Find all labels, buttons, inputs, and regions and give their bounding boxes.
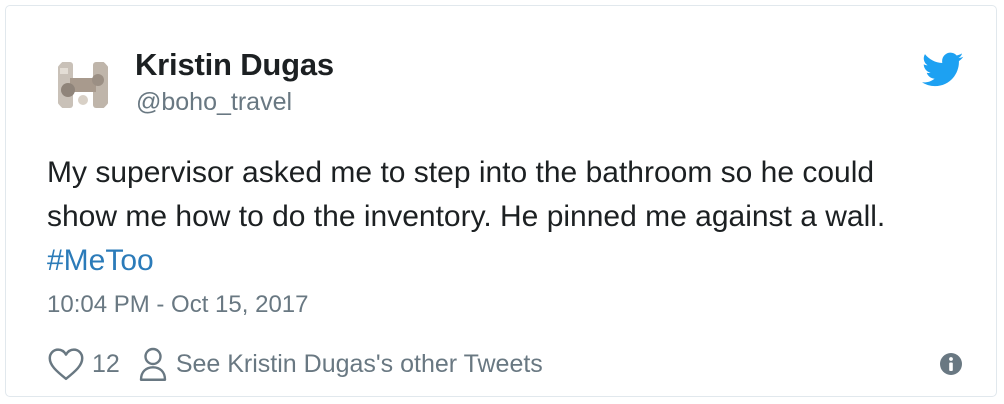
heart-icon[interactable] bbox=[47, 347, 85, 381]
tweet-text-line-1: My supervisor asked me to step into the … bbox=[47, 156, 875, 189]
tweet-timestamp[interactable]: 10:04 PM - Oct 15, 2017 bbox=[47, 291, 308, 319]
hashtag-link[interactable]: #MeToo bbox=[47, 244, 154, 277]
tweet-card: Kristin Dugas @boho_travel My supervisor… bbox=[5, 5, 997, 397]
twitter-bird-icon[interactable] bbox=[922, 52, 964, 88]
like-count[interactable]: 12 bbox=[92, 350, 120, 379]
other-tweets-link[interactable]: See Kristin Dugas's other Tweets bbox=[176, 350, 543, 379]
avatar[interactable] bbox=[52, 54, 114, 116]
author-handle[interactable]: @boho_travel bbox=[136, 88, 292, 117]
info-icon[interactable] bbox=[938, 351, 964, 377]
avatar-image bbox=[52, 54, 114, 116]
tweet-actions: 12 See Kristin Dugas's other Tweets bbox=[47, 344, 543, 384]
person-icon[interactable] bbox=[138, 346, 168, 382]
tweet-text: My supervisor asked me to step into the … bbox=[47, 151, 967, 283]
author-name[interactable]: Kristin Dugas bbox=[135, 47, 334, 83]
tweet-text-line-2: show me how to do the inventory. He pinn… bbox=[47, 200, 886, 233]
